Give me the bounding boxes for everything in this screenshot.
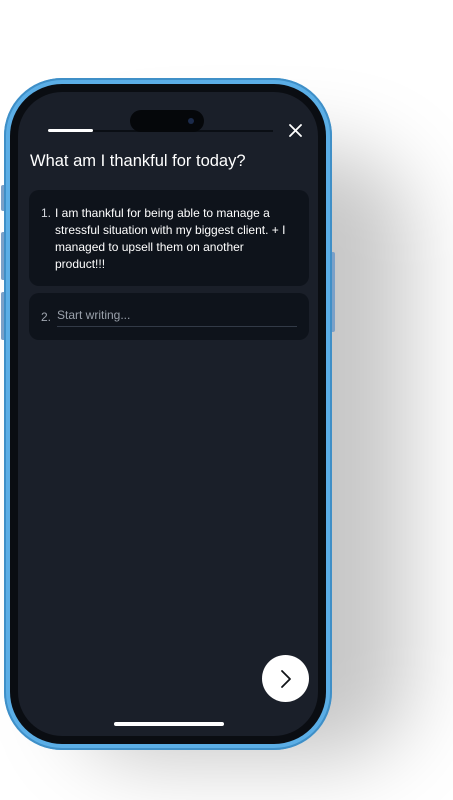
prompt-title: What am I thankful for today? bbox=[30, 152, 246, 170]
entry-text[interactable]: I am thankful for being able to manage a… bbox=[55, 205, 290, 273]
device-frame: What am I thankful for today? 1. I am th… bbox=[4, 78, 332, 750]
close-icon bbox=[288, 123, 302, 137]
entry-input[interactable] bbox=[57, 304, 297, 327]
stage: What am I thankful for today? 1. I am th… bbox=[0, 0, 453, 800]
camera-icon bbox=[188, 118, 194, 124]
entry-card[interactable]: 1. I am thankful for being able to manag… bbox=[29, 190, 309, 286]
close-button[interactable] bbox=[284, 119, 306, 141]
dynamic-island bbox=[130, 110, 204, 132]
entry-number: 1. bbox=[41, 206, 52, 220]
chevron-right-icon bbox=[280, 669, 291, 688]
entry-card[interactable]: 2. bbox=[29, 293, 309, 340]
app-screen: What am I thankful for today? 1. I am th… bbox=[18, 92, 318, 736]
progress-fill bbox=[48, 129, 93, 132]
home-indicator bbox=[114, 722, 224, 726]
entry-number: 2. bbox=[41, 310, 52, 324]
next-button[interactable] bbox=[262, 655, 309, 702]
device-bezel: What am I thankful for today? 1. I am th… bbox=[10, 84, 326, 744]
